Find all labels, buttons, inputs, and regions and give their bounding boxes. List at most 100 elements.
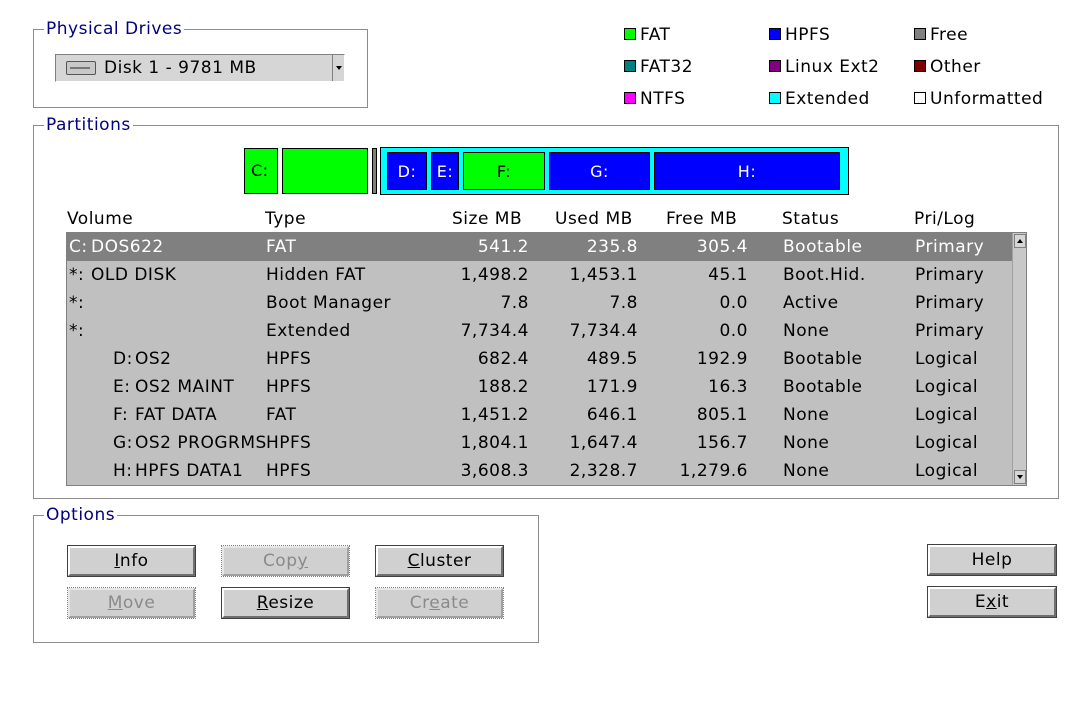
cell-status: None: [783, 405, 830, 425]
cell-size: 1,451.2: [460, 405, 529, 425]
copy-button[interactable]: Copy: [221, 545, 350, 577]
cell-status: Active: [783, 293, 839, 313]
cell-status: None: [783, 321, 830, 341]
other-swatch-icon: [914, 60, 926, 72]
disk-select-value: Disk 1 - 9781 MB: [104, 58, 257, 78]
cell-type: FAT: [266, 405, 297, 425]
column-header-free[interactable]: Free MB: [666, 208, 737, 230]
cell-prilog: Logical: [915, 461, 979, 481]
cell-letter: G:: [113, 433, 133, 453]
cell-status: Bootable: [783, 377, 863, 397]
column-header-type[interactable]: Type: [265, 208, 306, 230]
cell-type: HPFS: [266, 433, 312, 453]
cell-prilog: Primary: [915, 321, 985, 341]
options-title: Options: [44, 505, 118, 525]
resize-button[interactable]: Resize: [221, 587, 350, 619]
cell-used: 1,647.4: [569, 433, 638, 453]
cell-letter: H:: [113, 461, 133, 481]
column-header-prilog[interactable]: Pri/Log: [914, 208, 975, 230]
cell-status: Bootable: [783, 237, 863, 257]
cell-size: 1,804.1: [460, 433, 529, 453]
ntfs-swatch-icon: [624, 92, 636, 104]
partition-bar-g[interactable]: G:: [549, 152, 650, 190]
cell-type: Boot Manager: [266, 293, 392, 313]
cell-free: 1,279.6: [679, 461, 748, 481]
cell-size: 188.2: [477, 377, 529, 397]
dropdown-arrow-icon[interactable]: [332, 55, 344, 81]
cell-status: Bootable: [783, 349, 863, 369]
cell-type: Extended: [266, 321, 351, 341]
table-row[interactable]: D: OS2 HPFS 682.4 489.5 192.9 Bootable Logical: [67, 345, 1013, 373]
cell-prilog: Logical: [915, 349, 979, 369]
cell-volume-name: OS2: [135, 349, 172, 369]
cell-type: Hidden FAT: [266, 265, 366, 285]
cell-used: 646.1: [586, 405, 638, 425]
column-header-status[interactable]: Status: [782, 208, 839, 230]
partition-list[interactable]: C: DOS622 FAT 541.2 235.8 305.4 Bootable Primar…: [66, 232, 1027, 486]
cell-letter: D:: [113, 349, 133, 369]
table-row[interactable]: E: OS2 MAINT HPFS 188.2 171.9 16.3 Bootable Log…: [67, 373, 1013, 401]
cell-prilog: Primary: [915, 265, 985, 285]
create-button[interactable]: Create: [375, 587, 504, 619]
cell-letter: C:: [69, 237, 88, 257]
linux-ext2-swatch-icon: [769, 60, 781, 72]
cell-free: 305.4: [696, 237, 748, 257]
table-row[interactable]: C: DOS622 FAT 541.2 235.8 305.4 Bootable Primar…: [67, 233, 1013, 261]
cell-free: 192.9: [696, 349, 748, 369]
scroll-down-icon[interactable]: [1014, 470, 1026, 484]
partition-bar-f[interactable]: F:: [463, 152, 545, 190]
cell-free: 156.7: [696, 433, 748, 453]
fat32-swatch-icon: [624, 60, 636, 72]
cell-size: 7,734.4: [460, 321, 529, 341]
cell-volume-name: DOS622: [91, 237, 164, 257]
cell-letter: E:: [113, 377, 131, 397]
cell-free: 16.3: [708, 377, 748, 397]
partitions-title: Partitions: [44, 115, 133, 135]
column-header-size[interactable]: Size MB: [452, 208, 522, 230]
cell-prilog: Primary: [915, 293, 985, 313]
cell-size: 541.2: [477, 237, 529, 257]
cell-prilog: Logical: [915, 433, 979, 453]
cell-type: HPFS: [266, 349, 312, 369]
cell-type: HPFS: [266, 377, 312, 397]
cell-prilog: Logical: [915, 377, 979, 397]
table-row[interactable]: F: FAT DATA FAT 1,451.2 646.1 805.1 None Logica…: [67, 401, 1013, 429]
cell-free: 0.0: [719, 321, 748, 341]
table-row[interactable]: *: OLD DISK Hidden FAT 1,498.2 1,453.1 45.1 Bo…: [67, 261, 1013, 289]
cell-status: None: [783, 461, 830, 481]
table-row[interactable]: H: HPFS DATA1 HPFS 3,608.3 2,328.7 1,279.6 Non…: [67, 457, 1013, 485]
partition-bar-h[interactable]: H:: [654, 152, 840, 190]
info-button[interactable]: Info: [67, 545, 196, 577]
cell-used: 489.5: [586, 349, 638, 369]
partition-bar-d[interactable]: D:: [387, 152, 427, 190]
cell-free: 45.1: [708, 265, 748, 285]
cell-volume-name: OLD DISK: [91, 265, 177, 285]
cell-type: HPFS: [266, 461, 312, 481]
partition-bar-c-label[interactable]: C:: [244, 148, 278, 194]
help-button[interactable]: Help: [927, 544, 1057, 576]
partition-bar-c[interactable]: [282, 148, 368, 194]
cell-letter: F:: [113, 405, 129, 425]
cluster-button[interactable]: Cluster: [375, 545, 504, 577]
physical-drives-title: Physical Drives: [44, 19, 185, 39]
scroll-up-icon[interactable]: [1014, 234, 1026, 248]
cell-used: 7,734.4: [569, 321, 638, 341]
cell-status: None: [783, 433, 830, 453]
disk-select[interactable]: Disk 1 - 9781 MB: [55, 54, 345, 82]
cell-size: 682.4: [477, 349, 529, 369]
vertical-scrollbar[interactable]: [1012, 233, 1026, 485]
partition-bar-e[interactable]: E:: [431, 152, 459, 190]
move-button[interactable]: Move: [67, 587, 196, 619]
cell-size: 1,498.2: [460, 265, 529, 285]
fat-swatch-icon: [624, 28, 636, 40]
hpfs-swatch-icon: [769, 28, 781, 40]
table-row[interactable]: G: OS2 PROGRMS HPFS 1,804.1 1,647.4 156.7 None…: [67, 429, 1013, 457]
table-row[interactable]: *: Extended 7,734.4 7,734.4 0.0 None Primary: [67, 317, 1013, 345]
table-row[interactable]: *: Boot Manager 7.8 7.8 0.0 Active Primary: [67, 289, 1013, 317]
hard-disk-icon: [66, 61, 96, 75]
column-header-used[interactable]: Used MB: [555, 208, 633, 230]
cell-prilog: Primary: [915, 237, 985, 257]
exit-button[interactable]: Exit: [927, 586, 1057, 618]
column-header-volume[interactable]: Volume: [67, 208, 133, 230]
cell-used: 171.9: [586, 377, 638, 397]
